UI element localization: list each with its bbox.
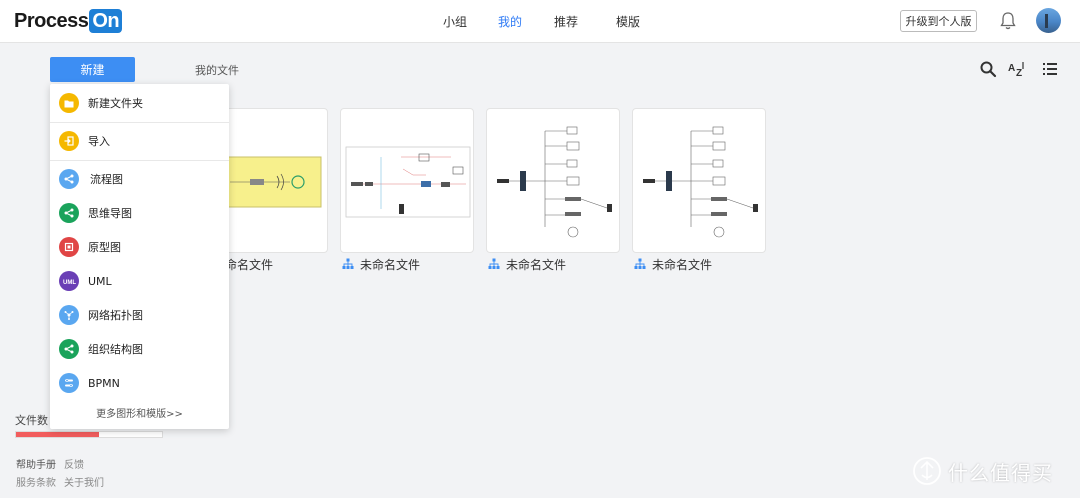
- file-card-2[interactable]: [340, 108, 474, 253]
- file-name-2[interactable]: 未命名文件: [342, 256, 420, 272]
- nav-mine[interactable]: 我的: [498, 13, 522, 30]
- network-icon: [59, 305, 79, 325]
- menu-item-new-folder[interactable]: 新建文件夹: [50, 88, 229, 118]
- share-icon: [59, 169, 79, 189]
- file-thumbnail: [345, 146, 471, 218]
- file-thumbnail: [643, 126, 758, 238]
- file-thumbnail: [497, 126, 612, 238]
- menu-divider: [50, 160, 229, 161]
- sort-az-icon[interactable]: A Z: [1007, 60, 1027, 78]
- nav-recommend[interactable]: 推荐: [554, 13, 578, 30]
- folder-icon: [59, 93, 79, 113]
- watermark-logo-icon: [913, 457, 941, 485]
- logo-text: Process: [14, 9, 89, 32]
- watermark: 什么值得买: [912, 455, 1053, 487]
- avatar[interactable]: [1036, 8, 1061, 33]
- watermark-text: 什么值得买: [948, 460, 1053, 485]
- import-icon: [59, 131, 79, 151]
- file-name-1[interactable]: 命名文件: [225, 256, 273, 272]
- help-link[interactable]: 帮助手册: [16, 456, 56, 471]
- file-name-3[interactable]: 未命名文件: [488, 256, 566, 272]
- menu-item-org-chart[interactable]: 组织结构图: [50, 334, 229, 364]
- new-dropdown-menu: 新建文件夹 导入 流程图 思维导图 原型图 UML UML 网络拓扑图 组织结构…: [50, 84, 229, 429]
- menu-item-network[interactable]: 网络拓扑图: [50, 300, 229, 330]
- file-card-4[interactable]: [632, 108, 766, 253]
- menu-item-flowchart[interactable]: 流程图: [50, 164, 229, 194]
- terms-link[interactable]: 服务条款: [16, 474, 56, 489]
- search-icon[interactable]: [979, 60, 997, 78]
- nav-group[interactable]: 小组: [443, 13, 467, 30]
- menu-item-bpmn[interactable]: BPMN: [50, 368, 229, 398]
- breadcrumb[interactable]: 我的文件: [195, 62, 239, 78]
- nav-templates[interactable]: 模版: [616, 13, 640, 30]
- menu-item-mindmap[interactable]: 思维导图: [50, 198, 229, 228]
- menu-divider: [50, 122, 229, 123]
- bpmn-icon: [59, 373, 79, 393]
- org-chart-icon: [634, 258, 646, 269]
- menu-item-import[interactable]: 导入: [50, 126, 229, 156]
- list-view-icon[interactable]: [1041, 60, 1059, 78]
- svg-text:Z: Z: [1016, 68, 1022, 78]
- svg-text:A: A: [1008, 63, 1015, 74]
- about-link[interactable]: 关于我们: [64, 474, 104, 489]
- logo-badge: On: [89, 9, 123, 33]
- org-icon: [59, 339, 79, 359]
- file-card-3[interactable]: [486, 108, 620, 253]
- storage-progress-bar: [15, 431, 163, 438]
- top-bar: Process On 小组 我的 推荐 模版 升级到个人版: [0, 0, 1080, 43]
- storage-progress-fill: [16, 432, 100, 437]
- menu-item-prototype[interactable]: 原型图: [50, 232, 229, 262]
- more-templates-link[interactable]: 更多图形和模版>>: [50, 405, 229, 420]
- upgrade-button[interactable]: 升级到个人版: [900, 10, 977, 32]
- uml-icon: UML: [59, 271, 79, 291]
- new-button[interactable]: 新建: [50, 57, 135, 82]
- svg-text:UML: UML: [63, 280, 76, 285]
- org-chart-icon: [488, 258, 500, 269]
- bell-icon[interactable]: [999, 11, 1017, 31]
- mindmap-icon: [59, 203, 79, 223]
- prototype-icon: [59, 237, 79, 257]
- menu-item-uml[interactable]: UML UML: [50, 266, 229, 296]
- processon-logo[interactable]: Process On: [14, 8, 123, 34]
- file-name-4[interactable]: 未命名文件: [634, 256, 712, 272]
- org-chart-icon: [342, 258, 354, 269]
- feedback-link[interactable]: 反馈: [64, 456, 84, 471]
